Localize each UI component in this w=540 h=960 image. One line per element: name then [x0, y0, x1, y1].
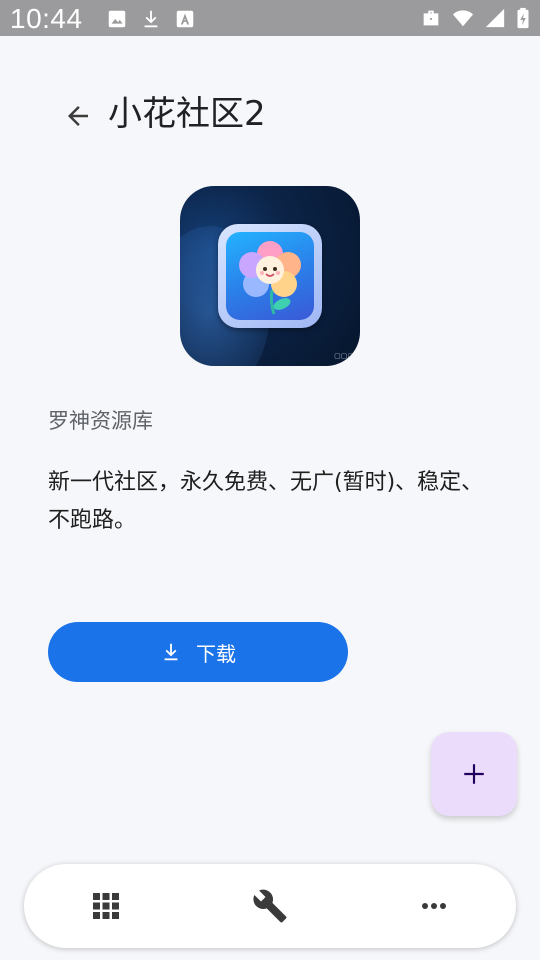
- status-right-icons: [420, 7, 530, 29]
- more-button[interactable]: [410, 882, 458, 930]
- apps-grid-button[interactable]: [82, 882, 130, 930]
- app-description: 新一代社区，永久免费、无广(暂时)、稳定、不跑路。: [48, 470, 484, 533]
- wrench-icon: [253, 889, 287, 923]
- download-button[interactable]: 下载: [48, 622, 348, 682]
- app-author: 罗神资源库: [48, 409, 153, 433]
- status-left-icons: [106, 8, 196, 30]
- signal-icon: [485, 8, 505, 28]
- font-icon: [176, 10, 194, 28]
- apps-grid-icon: [93, 893, 119, 919]
- app-icon: ▢▢▢: [180, 186, 360, 366]
- briefcase-icon: [423, 10, 439, 26]
- image-icon: [108, 10, 126, 28]
- download-label: 下载: [196, 641, 236, 666]
- status-time: 10:44: [10, 3, 83, 34]
- add-fab-button[interactable]: [431, 732, 517, 816]
- back-button[interactable]: [60, 98, 96, 134]
- page-title: 小花社区2: [108, 94, 266, 134]
- tools-button[interactable]: [246, 882, 294, 930]
- flower-app-icon: [239, 241, 301, 315]
- more-horizontal-icon: [422, 903, 446, 909]
- battery-icon: [517, 7, 529, 29]
- bottom-nav: [24, 864, 516, 948]
- arrow-left-icon: [68, 106, 88, 126]
- wifi-icon: [452, 10, 474, 27]
- download-icon: [144, 10, 158, 28]
- download-icon: [164, 643, 178, 661]
- status-bar: 10:44: [0, 0, 540, 36]
- plus-icon: [464, 764, 484, 784]
